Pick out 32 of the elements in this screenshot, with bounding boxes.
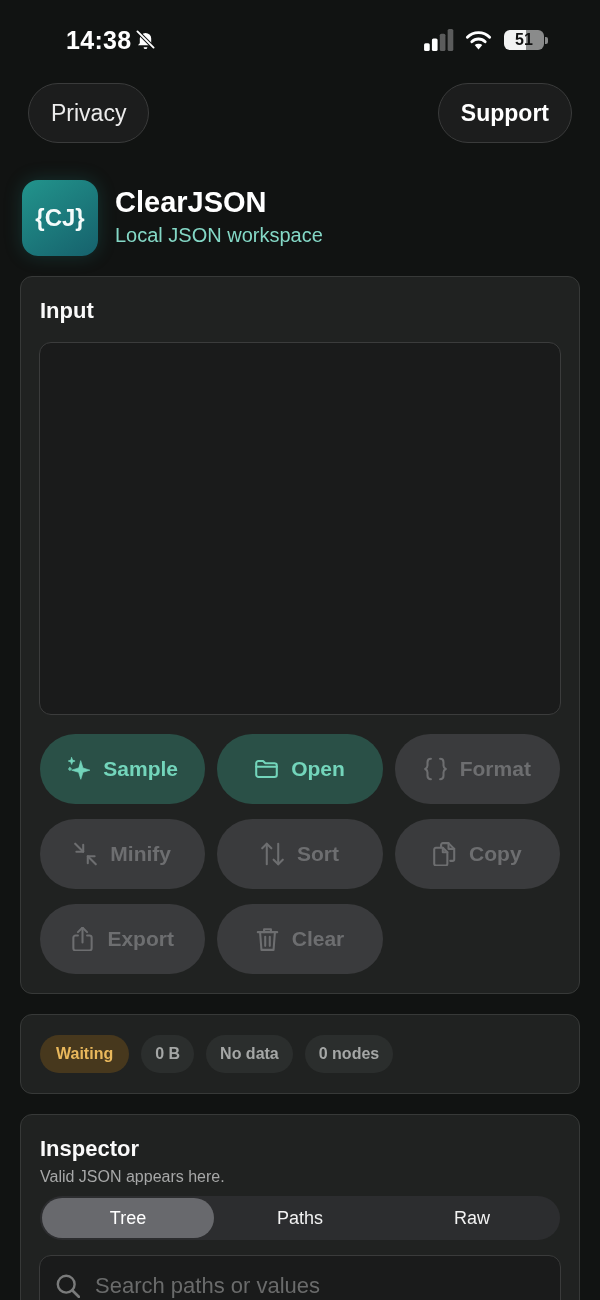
status-chip: 0 nodes xyxy=(304,1035,394,1073)
minimize-arrows-icon xyxy=(74,842,98,866)
share-icon xyxy=(71,927,95,951)
sort-arrows-icon xyxy=(261,842,284,866)
app-title: ClearJSON xyxy=(115,185,268,219)
battery-indicator: 51 xyxy=(504,30,548,50)
card-title: Input xyxy=(40,297,95,325)
braces-icon xyxy=(423,757,447,781)
status-chip: Waiting xyxy=(40,1035,130,1073)
action-button[interactable]: Sample xyxy=(40,734,206,804)
header-button[interactable]: Privacy xyxy=(28,83,150,143)
view-tab[interactable]: Raw xyxy=(386,1198,558,1238)
header-button[interactable]: Support xyxy=(437,83,572,143)
card-subtitle: Valid JSON appears here. xyxy=(40,1167,226,1187)
action-button[interactable]: Open xyxy=(217,734,383,804)
view-tab[interactable]: Tree xyxy=(42,1198,214,1238)
signal-icon xyxy=(424,29,454,51)
search-icon xyxy=(56,1274,80,1298)
card-title: Inspector xyxy=(40,1135,141,1163)
status-time: 14:38 xyxy=(66,25,132,55)
trash-icon xyxy=(255,927,279,951)
app-subtitle: Local JSON workspace xyxy=(115,223,323,247)
search-field[interactable]: Search paths or values xyxy=(39,1255,561,1300)
sparkle-icon xyxy=(67,757,91,781)
status-chip: No data xyxy=(206,1035,293,1073)
folder-icon xyxy=(255,757,279,781)
wifi-icon xyxy=(465,30,492,50)
copy-icon xyxy=(433,842,457,866)
app-logo: {CJ} xyxy=(22,180,98,256)
view-tab[interactable]: Paths xyxy=(214,1198,386,1238)
status-chip: 0 B xyxy=(141,1035,195,1073)
json-input-field[interactable] xyxy=(39,342,561,715)
